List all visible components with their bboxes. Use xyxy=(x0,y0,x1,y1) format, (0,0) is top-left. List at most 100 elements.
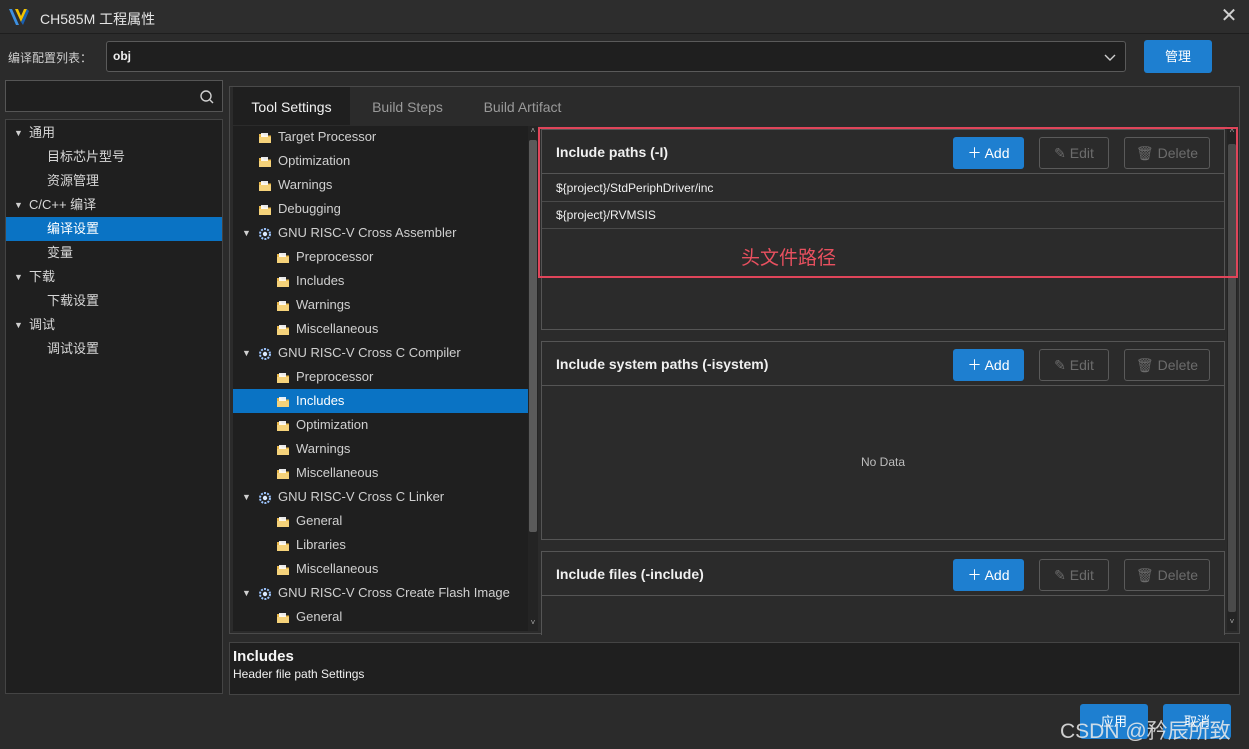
tool-tree-item-label: Miscellaneous xyxy=(296,561,379,576)
folder-icon xyxy=(276,273,290,287)
tool-tree-item-label: Warnings xyxy=(278,177,333,192)
folder-icon xyxy=(258,129,272,143)
tool-tree-item[interactable]: Miscellaneous xyxy=(233,557,528,581)
add-button[interactable]: ＋ Add xyxy=(953,349,1024,381)
include-system-paths-section: Include system paths (-isystem) ＋ Add ✎ … xyxy=(541,341,1225,540)
tool-tree-item[interactable]: Warnings xyxy=(233,173,528,197)
tool-tree-item[interactable]: Preprocessor xyxy=(233,365,528,389)
tool-tree-item[interactable]: Includes xyxy=(233,389,528,413)
folder-icon xyxy=(276,417,290,431)
caret-down-icon[interactable]: ▼ xyxy=(14,121,23,145)
tree-item[interactable]: 编译设置 xyxy=(6,217,222,241)
tool-tree-item-label: Optimization xyxy=(296,417,369,432)
search-icon xyxy=(200,90,214,104)
manage-button[interactable]: 管理 xyxy=(1144,40,1212,73)
caret-down-icon[interactable]: ▼ xyxy=(242,485,251,509)
trash-icon: 🗑 xyxy=(1135,357,1154,373)
tree-item[interactable]: 调试设置 xyxy=(6,337,222,361)
app-logo-icon xyxy=(9,9,29,25)
tree-item[interactable]: 变量 xyxy=(6,241,222,265)
tool-tree-item-label: Miscellaneous xyxy=(296,465,379,480)
folder-icon xyxy=(258,153,272,167)
caret-down-icon[interactable]: ▼ xyxy=(242,581,251,605)
tool-tree-item[interactable]: ▼ GNU RISC-V Cross Assembler xyxy=(233,221,528,245)
caret-down-icon[interactable]: ▼ xyxy=(14,265,23,289)
caret-down-icon[interactable]: ▼ xyxy=(14,193,23,217)
tab-tool-settings[interactable]: Tool Settings xyxy=(233,87,350,125)
tree-item-label: 调试 xyxy=(29,317,56,332)
watermark: CSDN @矜辰所致 xyxy=(1060,720,1231,743)
folder-icon xyxy=(276,513,290,527)
chevron-down-icon xyxy=(1104,54,1116,61)
tool-tree-item-label: Preprocessor xyxy=(296,369,374,384)
tool-tree-item[interactable]: Debugging xyxy=(233,197,528,221)
tree-item[interactable]: ▼ 下载 xyxy=(6,265,222,289)
tree-item-label: 下载设置 xyxy=(47,293,100,308)
tree-item-label: 下载 xyxy=(29,269,56,284)
pencil-icon: ✎ xyxy=(1054,357,1066,373)
tree-item[interactable]: ▼ 调试 xyxy=(6,313,222,337)
tree-scrollbar-thumb[interactable] xyxy=(529,140,537,532)
tool-tree-item[interactable]: Optimization xyxy=(233,413,528,437)
tool-tree-item[interactable]: Warnings xyxy=(233,293,528,317)
folder-icon xyxy=(258,201,272,215)
tool-tree-item[interactable]: Target Processor xyxy=(233,126,528,149)
tool-tree-item[interactable]: Warnings xyxy=(233,437,528,461)
folder-icon xyxy=(276,393,290,407)
tool-tree-item[interactable]: ▼ GNU RISC-V Cross C Linker xyxy=(233,485,528,509)
tool-tree-item[interactable]: Optimization xyxy=(233,149,528,173)
tree-item[interactable]: ▼ C/C++ 编译 xyxy=(6,193,222,217)
trash-icon: 🗑 xyxy=(1135,567,1154,583)
description-title: Includes xyxy=(233,648,294,665)
config-select[interactable]: obj xyxy=(106,41,1126,72)
search-input[interactable] xyxy=(5,80,223,112)
annotation-box xyxy=(538,127,1238,278)
delete-button[interactable]: 🗑 Delete xyxy=(1124,559,1210,591)
tree-item[interactable]: 资源管理 xyxy=(6,169,222,193)
tree-scrollbar[interactable]: ˄ ˅ xyxy=(528,126,538,631)
tree-item[interactable]: ▼ 通用 xyxy=(6,121,222,145)
close-icon[interactable]: ✕ xyxy=(1217,4,1241,28)
tree-item[interactable]: 目标芯片型号 xyxy=(6,145,222,169)
tool-tree-item-label: Includes xyxy=(296,393,345,408)
tool-tree-item[interactable]: Preprocessor xyxy=(233,245,528,269)
scroll-up-icon[interactable]: ˄ xyxy=(528,126,538,138)
tool-tree-item-label: Miscellaneous xyxy=(296,321,379,336)
include-files-section: Include files (-include) ＋ Add ✎ Edit 🗑 … xyxy=(541,551,1225,635)
tool-tree-item-label: GNU RISC-V Cross Create Flash Image xyxy=(278,585,510,600)
edit-button[interactable]: ✎ Edit xyxy=(1039,349,1109,381)
scroll-down-icon[interactable]: ˅ xyxy=(1227,617,1237,631)
tool-tree-item-label: Warnings xyxy=(296,441,351,456)
folder-icon xyxy=(258,177,272,191)
edit-button[interactable]: ✎ Edit xyxy=(1039,559,1109,591)
description-panel: Includes Header file path Settings xyxy=(229,642,1240,695)
delete-label: Delete xyxy=(1157,567,1199,583)
tool-tree-item-label: Debugging xyxy=(278,201,341,216)
caret-down-icon[interactable]: ▼ xyxy=(242,341,251,365)
tool-tree-item[interactable]: Miscellaneous xyxy=(233,461,528,485)
add-button[interactable]: ＋ Add xyxy=(953,559,1024,591)
tree-item[interactable]: 下载设置 xyxy=(6,289,222,313)
edit-label: Edit xyxy=(1069,567,1094,583)
folder-icon xyxy=(276,321,290,335)
add-label: Add xyxy=(984,357,1010,373)
caret-down-icon[interactable]: ▼ xyxy=(14,313,23,337)
delete-button[interactable]: 🗑 Delete xyxy=(1124,349,1210,381)
tool-tree-item[interactable]: Includes xyxy=(233,269,528,293)
annotation-text: 头文件路径 xyxy=(741,248,837,269)
gear-icon xyxy=(258,225,272,240)
window-title: CH585M 工程属性 xyxy=(40,11,156,27)
delete-label: Delete xyxy=(1157,357,1199,373)
caret-down-icon[interactable]: ▼ xyxy=(242,221,251,245)
tool-tree-item-label: Optimization xyxy=(278,153,351,168)
scroll-down-icon[interactable]: ˅ xyxy=(528,618,538,630)
tool-tree-item[interactable]: General xyxy=(233,509,528,533)
tab-build-artifact[interactable]: Build Artifact xyxy=(465,87,580,125)
tool-tree-item[interactable]: ▼ GNU RISC-V Cross C Compiler xyxy=(233,341,528,365)
tool-tree-item[interactable]: General xyxy=(233,605,528,629)
tool-tree-item[interactable]: Libraries xyxy=(233,533,528,557)
tool-tree-item[interactable]: Miscellaneous xyxy=(233,317,528,341)
tab-build-steps[interactable]: Build Steps xyxy=(350,87,465,125)
tool-tree-item[interactable]: ▼ GNU RISC-V Cross Create Flash Image xyxy=(233,581,528,605)
tool-tree-item-label: Warnings xyxy=(296,297,351,312)
